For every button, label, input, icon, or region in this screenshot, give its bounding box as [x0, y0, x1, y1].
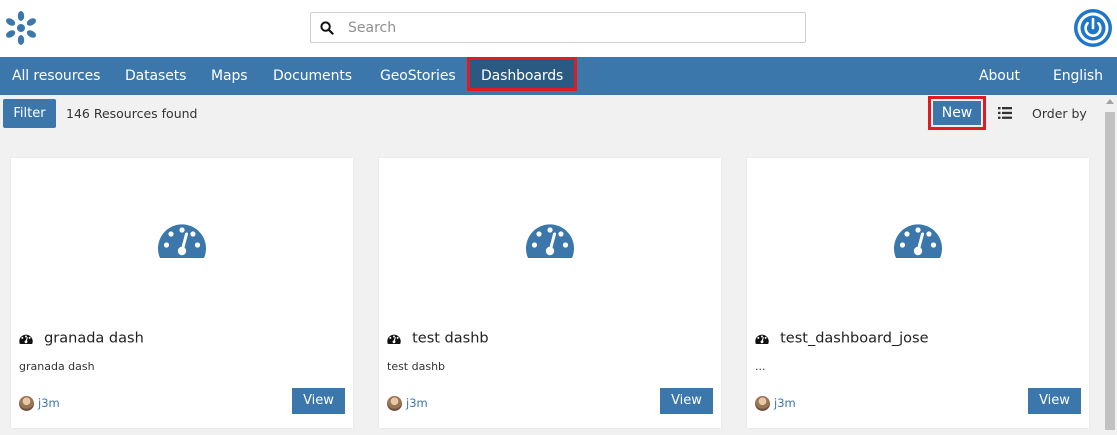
- new-button-highlight: New: [928, 96, 986, 130]
- list-view-icon[interactable]: [998, 107, 1012, 119]
- card-title[interactable]: granada dash: [44, 331, 144, 347]
- card-title-row: test dashb: [387, 328, 489, 347]
- nav-maps[interactable]: Maps: [211, 57, 248, 95]
- search-bar[interactable]: [310, 12, 806, 43]
- resource-card[interactable]: granada dash granada dash j3m View: [11, 158, 353, 428]
- card-title-row: test_dashboard_jose: [755, 328, 929, 347]
- card-owner-link[interactable]: j3m: [38, 396, 60, 410]
- resource-count: 146 Resources found: [66, 106, 198, 121]
- dashboard-gauge-icon: [894, 224, 942, 258]
- card-owner-link[interactable]: j3m: [774, 396, 796, 410]
- search-input[interactable]: [348, 17, 788, 38]
- dashboard-type-icon: [755, 334, 769, 344]
- user-avatar: [19, 396, 34, 411]
- filter-button[interactable]: Filter: [3, 99, 56, 128]
- scroll-up-arrow[interactable]: [1106, 99, 1114, 104]
- nav-all-resources[interactable]: All resources: [12, 57, 100, 95]
- card-title[interactable]: test dashb: [412, 331, 489, 347]
- card-owner-link[interactable]: j3m: [406, 396, 428, 410]
- dashboard-gauge-icon: [526, 224, 574, 258]
- scrollbar[interactable]: [1102, 95, 1117, 435]
- user-avatar: [755, 396, 770, 411]
- main-navbar: All resources Datasets Maps Documents Ge…: [0, 57, 1117, 95]
- nav-language[interactable]: English: [1053, 57, 1103, 95]
- nav-dashboards[interactable]: Dashboards: [467, 57, 578, 91]
- view-button[interactable]: View: [1028, 388, 1081, 414]
- nav-documents[interactable]: Documents: [273, 57, 352, 95]
- resource-card[interactable]: test dashb test dashb j3m View: [379, 158, 721, 428]
- dashboard-type-icon: [19, 334, 33, 344]
- nav-about[interactable]: About: [979, 57, 1020, 95]
- dashboard-type-icon: [387, 334, 401, 344]
- card-description: granada dash: [19, 360, 95, 373]
- power-icon[interactable]: [1073, 8, 1113, 48]
- resource-card[interactable]: test_dashboard_jose ... j3m View: [747, 158, 1089, 428]
- dashboard-gauge-icon: [158, 224, 206, 258]
- card-title[interactable]: test_dashboard_jose: [780, 331, 928, 347]
- nav-geostories[interactable]: GeoStories: [380, 57, 456, 95]
- search-icon: [320, 21, 334, 35]
- new-button[interactable]: New: [933, 101, 981, 125]
- card-title-row: granada dash: [19, 328, 144, 347]
- top-header: [0, 0, 1117, 57]
- scroll-thumb[interactable]: [1105, 112, 1115, 430]
- order-by-dropdown[interactable]: Order by: [1032, 106, 1087, 121]
- view-button[interactable]: View: [660, 388, 713, 414]
- card-description: test dashb: [387, 360, 446, 373]
- nav-datasets[interactable]: Datasets: [125, 57, 186, 95]
- user-avatar: [387, 396, 402, 411]
- card-description: ...: [755, 360, 766, 373]
- view-button[interactable]: View: [292, 388, 345, 414]
- logo-icon[interactable]: [1, 8, 41, 48]
